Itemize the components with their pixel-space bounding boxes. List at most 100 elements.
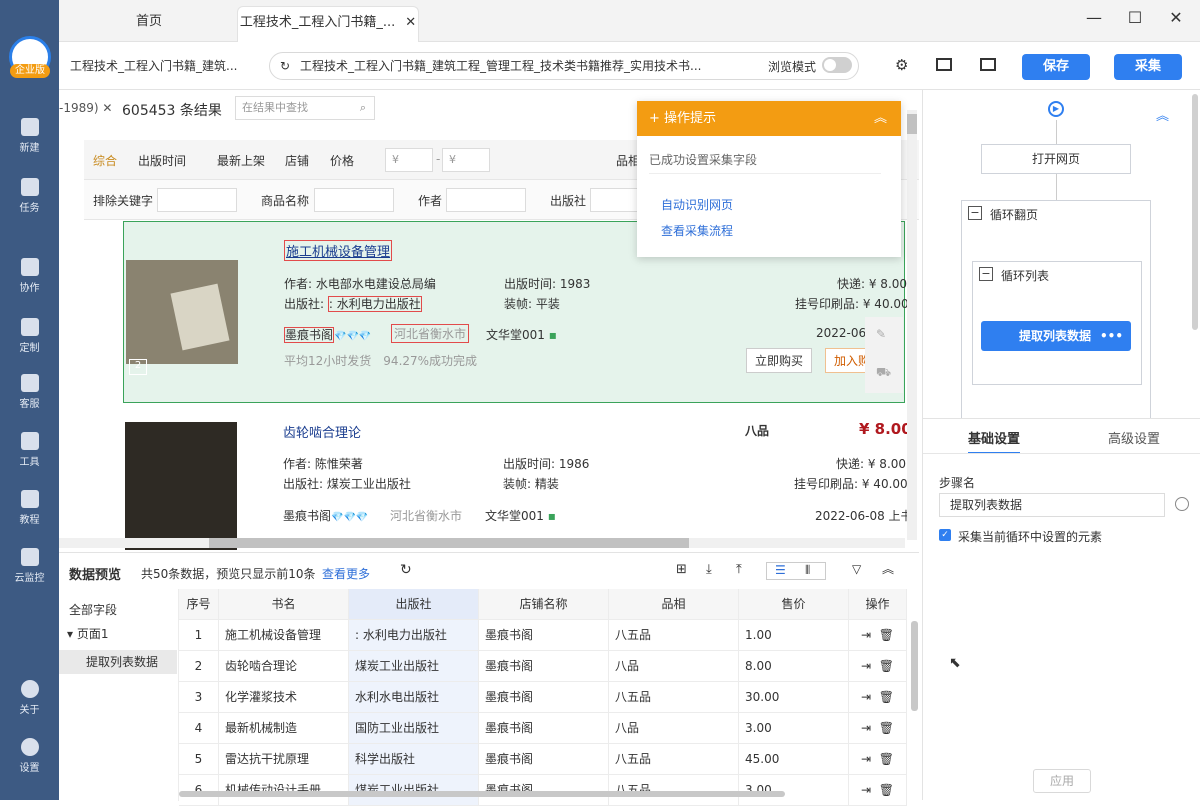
apply-button[interactable]: 应用 [1033,769,1091,793]
tab-basic-settings[interactable]: 基础设置 [968,428,1021,454]
export-icon[interactable]: ⤒ [736,562,742,577]
window-icon[interactable] [980,58,996,71]
delete-icon[interactable]: 🗑 [879,783,894,797]
nav-tools[interactable]: 工具 [0,432,59,482]
save-button[interactable]: 保存 [1022,54,1090,80]
price-max-input[interactable]: ¥ [442,148,490,172]
step-node[interactable]: 提取列表数据 [59,650,177,674]
nav-custom[interactable]: 定制 [0,318,59,368]
tab-close-icon[interactable]: ✕ [405,15,416,30]
all-fields[interactable]: 全部字段 [69,601,117,618]
tab-home[interactable]: 首页 [99,6,199,42]
collect-elements-checkbox[interactable]: ✓ [939,529,951,541]
seller-name[interactable]: 文华堂001 ▪ [485,507,556,524]
chat-icon[interactable]: ▪ [549,328,557,342]
view-switch[interactable]: ☰ ⦀ [766,562,826,580]
shop-link[interactable]: 墨痕书阁💎💎💎 [284,326,371,343]
browse-mode-toggle[interactable] [822,57,852,73]
buy-now-button[interactable]: 立即购买 [746,348,813,373]
cart-icon[interactable]: ⛟ [876,365,891,381]
chat-icon[interactable]: ▪ [548,509,556,523]
maximize-button[interactable]: ☐ [1122,8,1148,30]
seller-name[interactable]: 文华堂001 ▪ [486,326,557,343]
product-title-link[interactable]: 施工机械设备管理 [284,240,393,261]
new-file-icon[interactable]: ⊞ [676,562,687,577]
nav-task[interactable]: 任务 [0,178,59,228]
collapse-toggle-icon[interactable]: − [968,206,982,220]
edit-icon[interactable]: ✎ [876,327,886,341]
open-icon[interactable]: ⇥ [861,752,871,766]
open-icon[interactable]: ⇥ [861,628,871,642]
loop-page-node[interactable]: − 循环翻页 − 循环列表 提取列表数据 ••• [961,200,1151,430]
sort-shop[interactable]: 店铺 [285,152,309,169]
open-icon[interactable]: ⇥ [861,659,871,673]
list-view-icon[interactable]: ☰ [775,563,786,577]
nav-settings[interactable]: 设置 [0,738,59,788]
nav-collab[interactable]: 协作 [0,258,59,308]
exclude-input[interactable] [157,188,237,212]
table-hscrollbar[interactable] [179,791,785,797]
nav-cloud-monitor[interactable]: 云监控 [0,548,59,598]
gear-icon[interactable]: ⚙ [895,56,908,74]
help-icon[interactable] [1175,497,1189,511]
view-flow-link[interactable]: 查看采集流程 [661,222,733,239]
open-webpage-node[interactable]: 打开网页 [981,144,1131,174]
extract-list-node[interactable]: 提取列表数据 ••• [981,321,1131,351]
loop-list-node[interactable]: − 循环列表 提取列表数据 ••• [972,261,1142,385]
open-icon[interactable]: ⇥ [861,783,871,797]
column-view-icon[interactable]: ⦀ [805,563,810,578]
close-window-button[interactable]: ✕ [1163,8,1189,30]
refresh-icon[interactable]: ↻ [400,562,412,578]
delete-icon[interactable]: 🗑 [879,628,894,642]
tab-active[interactable]: 工程技术_工程入门书籍_... ✕ [237,6,419,42]
nav-tutorial[interactable]: 教程 [0,490,59,540]
collect-button[interactable]: 采集 [1114,54,1182,80]
nav-about[interactable]: 关于 [0,680,59,730]
product-name-input[interactable] [314,188,394,212]
collapse-toggle-icon[interactable]: − [979,267,993,281]
tab-advanced-settings[interactable]: 高级设置 [1108,428,1160,447]
nav-support[interactable]: 客服 [0,374,59,424]
minimize-button[interactable]: — [1081,8,1107,30]
page-node[interactable]: ▾ 页面1 [67,625,109,642]
sort-newest[interactable]: 最新上架 [217,152,265,169]
collapse-icon[interactable]: ︽ [1156,105,1169,124]
layout-icon[interactable] [936,58,952,71]
delete-icon[interactable]: 🗑 [879,690,894,704]
flow-scrollbar[interactable] [1192,94,1198,330]
chip-close-icon[interactable]: ✕ [102,101,112,115]
filter-chip[interactable]: -1989) ✕ [59,101,112,115]
filter-icon[interactable]: ▽ [852,562,861,576]
auto-detect-link[interactable]: 自动识别网页 [661,196,733,213]
sort-pubtime[interactable]: 出版时间 [138,152,186,169]
col-header: 操作 [849,589,907,619]
download-icon[interactable]: ⤓ [706,562,712,577]
author-text: 作者: 水电部水电建设总局编 [284,277,436,291]
delete-icon[interactable]: 🗑 [879,752,894,766]
play-icon[interactable]: ▶ [1048,101,1064,117]
collapse-icon[interactable]: ︽ [882,560,894,577]
refresh-icon[interactable]: ↻ [280,53,290,79]
collapse-icon[interactable]: ︽ [874,101,887,136]
delete-icon[interactable]: 🗑 [879,721,894,735]
open-icon[interactable]: ⇥ [861,690,871,704]
product-item[interactable]: 齿轮啮合理论 八品 ¥ 8.00 作者: 陈惟荣著 出版社: 煤炭工业出版社 出… [123,410,913,550]
open-icon[interactable]: ⇥ [861,721,871,735]
sort-composite[interactable]: 综合 [93,152,117,169]
delete-icon[interactable]: 🗑 [879,659,894,673]
result-search-input[interactable]: 在结果中查找 ⌕ [235,96,375,120]
price-min-input[interactable]: ¥ [385,148,433,172]
more-icon[interactable]: ••• [1100,321,1123,351]
address-bar: 工程技术_工程入门书籍_建筑... ↻ 工程技术_工程入门书籍_建筑工程_管理工… [59,42,1200,90]
sort-price[interactable]: 价格 [330,152,354,169]
table-scrollbar[interactable] [911,621,918,711]
page-scrollbar[interactable] [907,110,917,540]
shop-link[interactable]: 墨痕书阁💎💎💎 [283,507,368,524]
page-hscrollbar[interactable] [59,538,905,548]
author-input[interactable] [446,188,526,212]
view-more-link[interactable]: 查看更多 [322,565,370,582]
tab-active-label: 工程技术_工程入门书籍_... [239,15,396,30]
step-name-input[interactable]: 提取列表数据 [939,493,1165,517]
nav-new[interactable]: 新建 [0,118,59,168]
product-title-link[interactable]: 齿轮啮合理论 [283,422,361,441]
